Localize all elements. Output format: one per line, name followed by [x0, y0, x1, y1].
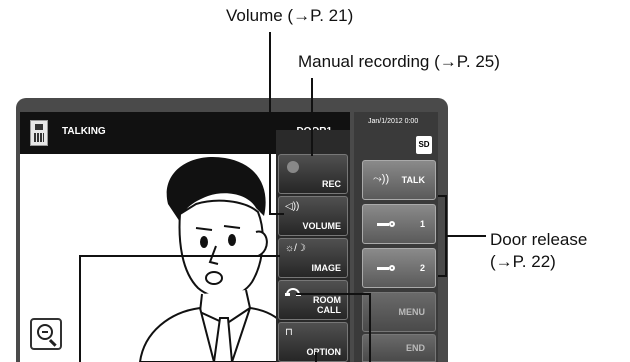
- callout-leader-lines: [79, 32, 486, 362]
